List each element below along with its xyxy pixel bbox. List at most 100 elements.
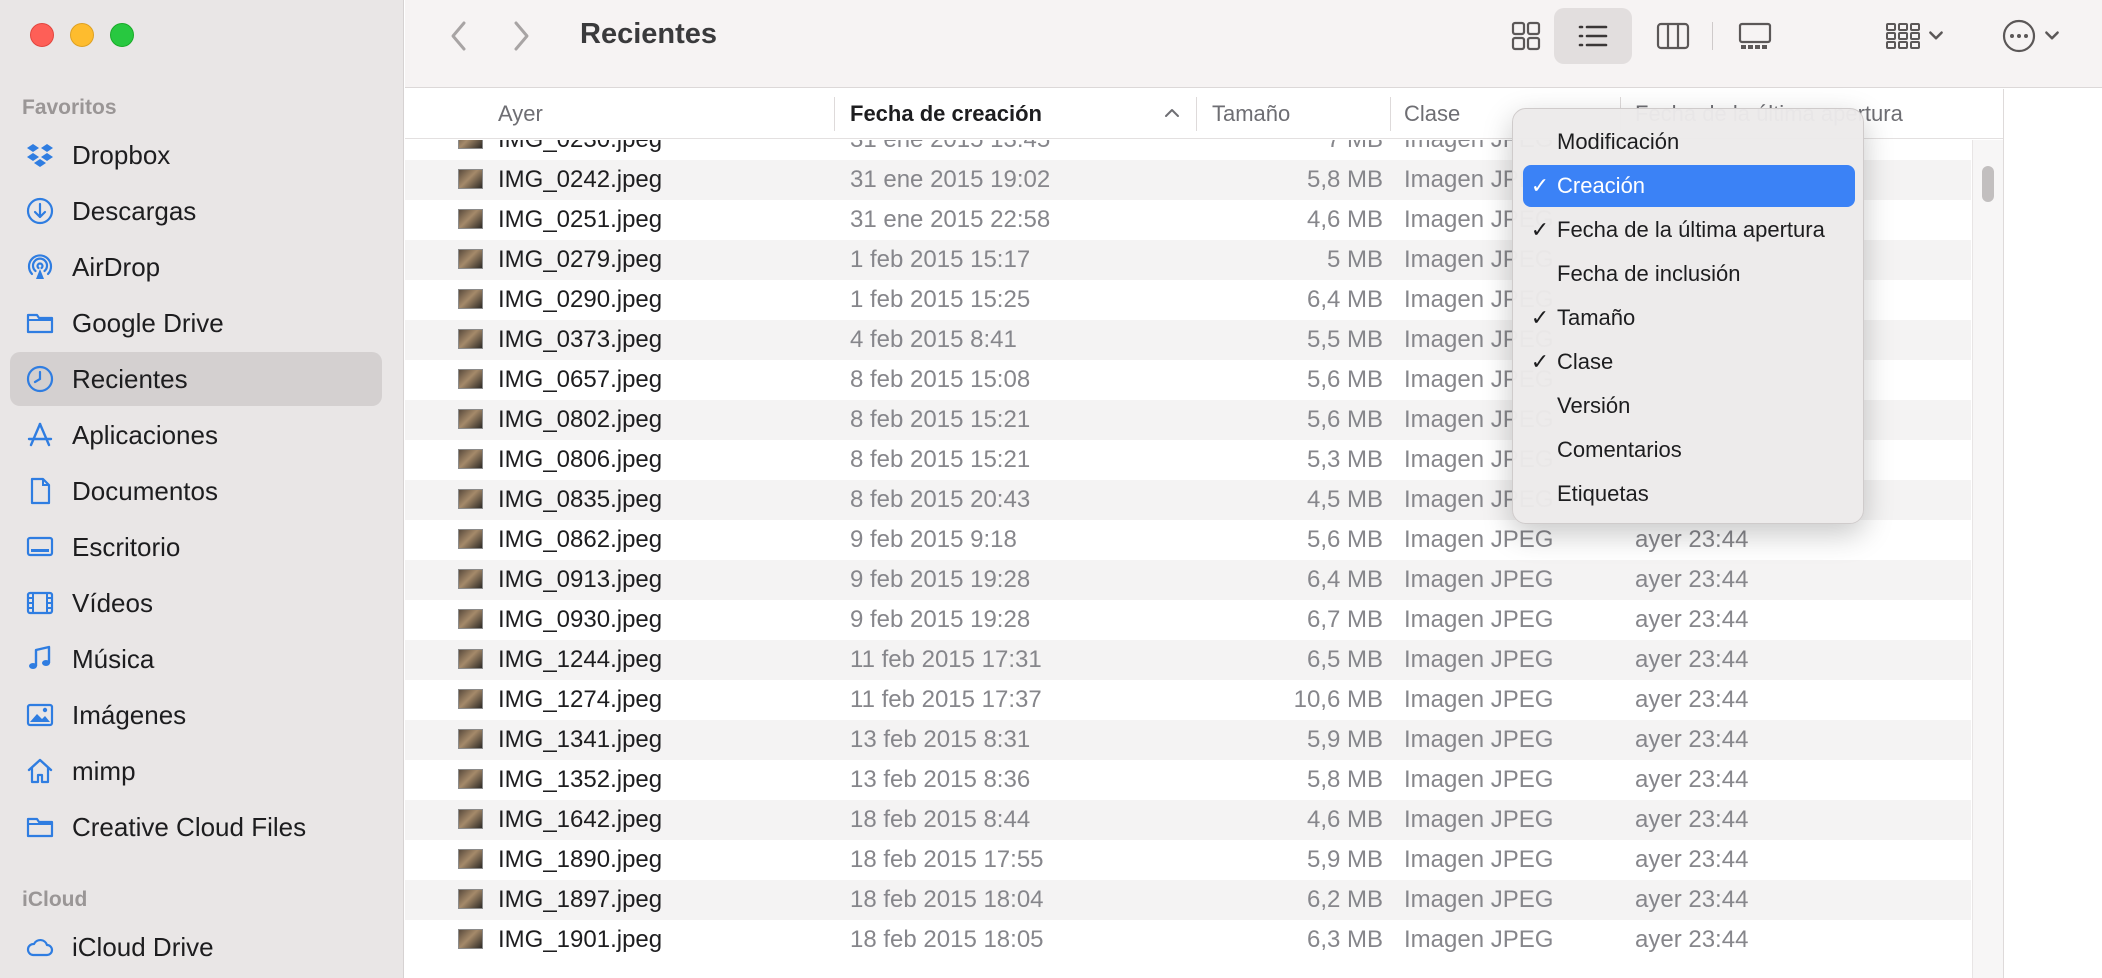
forward-button[interactable] [501, 16, 541, 56]
close-window-button[interactable] [30, 23, 54, 47]
scrollbar-track[interactable] [1972, 140, 2003, 978]
sidebar-item-label: iCloud Drive [72, 931, 214, 962]
file-size: 5,5 MB [1306, 326, 1383, 353]
chevron-down-icon [1929, 31, 1943, 40]
sidebar-item-google-drive[interactable]: Google Drive [10, 296, 382, 350]
sidebar-item-icloud-drive[interactable]: iCloud Drive [10, 920, 382, 974]
file-size: 6,2 MB [1306, 886, 1383, 913]
zoom-window-button[interactable] [110, 23, 134, 47]
jpeg-thumbnail-icon [458, 329, 483, 349]
file-created-date: 9 feb 2015 9:18 [850, 526, 1017, 553]
column-header-name[interactable]: Ayer [498, 89, 838, 139]
table-row[interactable]: IMG_1341.jpeg 13 feb 2015 8:31 5,9 MB Image… [405, 720, 1971, 760]
file-size: 5,6 MB [1306, 366, 1383, 393]
view-list-button[interactable] [1554, 8, 1632, 64]
file-last-opened: ayer 23:44 [1635, 646, 1749, 673]
file-size: 7 MB [1327, 140, 1383, 154]
column-header-created[interactable]: Fecha de creación [850, 89, 1200, 139]
menu-item-8[interactable]: Etiquetas [1523, 473, 1855, 515]
sidebar: Favoritos Dropbox Descargas AirDrop Goog… [0, 0, 404, 978]
jpeg-thumbnail-icon [458, 140, 483, 149]
file-created-date: 18 feb 2015 18:05 [850, 926, 1044, 953]
chevron-right-icon [514, 21, 529, 51]
column-separator[interactable] [834, 97, 835, 131]
minimize-window-button[interactable] [70, 23, 94, 47]
file-created-date: 1 feb 2015 15:17 [850, 246, 1031, 273]
column-header-size[interactable]: Tamaño [1212, 89, 1392, 139]
table-row[interactable]: IMG_0913.jpeg 9 feb 2015 19:28 6,4 MB Image… [405, 560, 1971, 600]
columns-view-icon [1656, 22, 1690, 50]
film-icon [24, 587, 56, 619]
file-name: IMG_0230.jpeg [498, 140, 662, 154]
table-row[interactable]: IMG_1642.jpeg 18 feb 2015 8:44 4,6 MB Image… [405, 800, 1971, 840]
view-gallery-button[interactable] [1721, 8, 1789, 64]
window-title: Recientes [580, 18, 718, 50]
sidebar-item-documentos[interactable]: Documentos [10, 464, 382, 518]
jpeg-thumbnail-icon [458, 369, 483, 389]
menu-item-4[interactable]: ✓ Tamaño [1523, 297, 1855, 339]
table-row[interactable]: IMG_1352.jpeg 13 feb 2015 8:36 5,8 MB Image… [405, 760, 1971, 800]
home-icon [24, 755, 56, 787]
checkmark-icon: ✓ [1530, 349, 1550, 374]
sidebar-item-recientes[interactable]: Recientes [10, 352, 382, 406]
more-actions-button[interactable] [1991, 8, 2071, 64]
menu-item-1[interactable]: ✓ Creación [1523, 165, 1855, 207]
menu-item-7[interactable]: Comentarios [1523, 429, 1855, 471]
sidebar-item-airdrop[interactable]: AirDrop [10, 240, 382, 294]
sidebar-item-videos[interactable]: Vídeos [10, 576, 382, 630]
file-kind: Imagen JPEG [1404, 726, 1554, 753]
menu-item-5[interactable]: ✓ Clase [1523, 341, 1855, 383]
chevron-left-icon [451, 21, 466, 51]
scrollbar-thumb[interactable] [1982, 166, 1994, 202]
sidebar-item-descargas[interactable]: Descargas [10, 184, 382, 238]
column-separator[interactable] [1196, 97, 1197, 131]
file-created-date: 1 feb 2015 15:25 [850, 286, 1031, 313]
group-by-button[interactable] [1875, 8, 1955, 64]
sidebar-section-favorites: Favoritos [22, 96, 117, 119]
desktop-icon [24, 531, 56, 563]
sidebar-item-creative-cloud-files[interactable]: Creative Cloud Files [10, 800, 382, 854]
jpeg-thumbnail-icon [458, 809, 483, 829]
file-name: IMG_0373.jpeg [498, 326, 663, 353]
jpeg-thumbnail-icon [458, 209, 483, 229]
menu-item-0[interactable]: Modificación [1523, 121, 1855, 163]
grid-view-icon [1511, 21, 1541, 51]
sidebar-item-escritorio[interactable]: Escritorio [10, 520, 382, 574]
file-name: IMG_0657.jpeg [498, 366, 663, 393]
file-size: 5,8 MB [1306, 166, 1383, 193]
sidebar-item-aplicaciones[interactable]: Aplicaciones [10, 408, 382, 462]
column-separator[interactable] [1390, 97, 1391, 131]
sidebar-item-mimp[interactable]: mimp [10, 744, 382, 798]
view-icons-button[interactable] [1494, 8, 1558, 64]
view-columns-button[interactable] [1641, 8, 1705, 64]
dropbox-icon [24, 139, 56, 171]
menu-item-label: Fecha de inclusión [1557, 261, 1741, 286]
file-last-opened: ayer 23:44 [1635, 766, 1749, 793]
table-row[interactable]: IMG_0862.jpeg 9 feb 2015 9:18 5,6 MB Imagen… [405, 520, 1971, 560]
menu-item-6[interactable]: Versión [1523, 385, 1855, 427]
menu-item-2[interactable]: ✓ Fecha de la última apertura [1523, 209, 1855, 251]
table-row[interactable]: IMG_1901.jpeg 18 feb 2015 18:05 6,3 MB Imag… [405, 920, 1971, 960]
sidebar-item-musica[interactable]: Música [10, 632, 382, 686]
file-created-date: 9 feb 2015 19:28 [850, 606, 1031, 633]
menu-item-label: Modificación [1557, 129, 1680, 154]
table-row[interactable]: IMG_1244.jpeg 11 feb 2015 17:31 6,5 MB Imag… [405, 640, 1971, 680]
file-created-date: 31 ene 2015 22:58 [850, 206, 1051, 233]
sidebar-item-label: AirDrop [72, 251, 161, 282]
file-name: IMG_0802.jpeg [498, 406, 663, 433]
menu-item-3[interactable]: Fecha de inclusión [1523, 253, 1855, 295]
menu-item-label: Creación [1557, 173, 1646, 198]
table-row[interactable]: IMG_0930.jpeg 9 feb 2015 19:28 6,7 MB Image… [405, 600, 1971, 640]
toolbar: Recientes [405, 0, 2102, 88]
back-button[interactable] [439, 16, 479, 56]
airdrop-icon [24, 251, 56, 283]
sidebar-item-label: mimp [72, 755, 136, 786]
file-size: 4,5 MB [1306, 486, 1383, 513]
file-created-date: 18 feb 2015 17:55 [850, 846, 1044, 873]
table-row[interactable]: IMG_1890.jpeg 18 feb 2015 17:55 5,9 MB Imag… [405, 840, 1971, 880]
table-row[interactable]: IMG_1897.jpeg 18 feb 2015 18:04 6,2 MB Imag… [405, 880, 1971, 920]
file-last-opened: ayer 23:44 [1635, 686, 1749, 713]
sidebar-item-imagenes[interactable]: Imágenes [10, 688, 382, 742]
table-row[interactable]: IMG_1274.jpeg 11 feb 2015 17:37 10,6 MB Ima… [405, 680, 1971, 720]
sidebar-item-dropbox[interactable]: Dropbox [10, 128, 382, 182]
